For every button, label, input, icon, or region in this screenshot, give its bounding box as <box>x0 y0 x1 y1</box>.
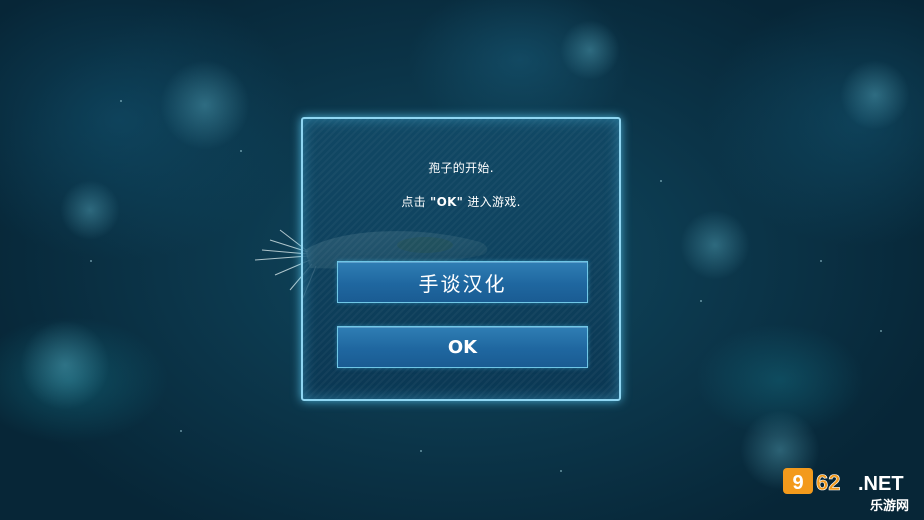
dust-particle <box>700 300 702 302</box>
dust-particle <box>180 430 182 432</box>
watermark-number-first: 9 <box>792 472 803 494</box>
instruction-prefix: 点击 <box>401 195 431 209</box>
watermark-number-rest: 62 <box>816 470 840 495</box>
dust-particle <box>240 150 242 152</box>
dialog-instruction: 点击 "OK" 进入游戏. <box>303 193 619 210</box>
bokeh-light <box>160 60 250 150</box>
ok-button[interactable]: OK <box>337 326 588 368</box>
dust-particle <box>560 470 562 472</box>
localization-credit-label: 手谈汉化 <box>418 271 507 296</box>
dust-particle <box>90 260 92 262</box>
instruction-suffix: 进入游戏. <box>463 195 521 209</box>
instruction-ok-quoted: "OK" <box>430 195 464 209</box>
start-dialog: 孢子的开始. 点击 "OK" 进入游戏. 手谈汉化 OK <box>301 117 621 401</box>
bokeh-light <box>840 60 910 130</box>
dialog-title: 孢子的开始. <box>428 161 494 175</box>
962-net-logo: 9 62 .NET 乐游网 <box>783 468 909 514</box>
bokeh-light <box>60 180 120 240</box>
dust-particle <box>420 450 422 452</box>
localization-credit-button[interactable]: 手谈汉化 <box>337 261 588 303</box>
watermark-suffix: .NET <box>858 473 904 495</box>
ok-button-label: OK <box>447 336 478 358</box>
watermark-subtitle: 乐游网 <box>870 498 909 514</box>
dust-particle <box>660 180 662 182</box>
dust-particle <box>880 330 882 332</box>
bokeh-light <box>680 210 750 280</box>
dust-particle <box>820 260 822 262</box>
bokeh-light <box>20 320 110 410</box>
bokeh-light <box>560 20 620 80</box>
dust-particle <box>120 100 122 102</box>
